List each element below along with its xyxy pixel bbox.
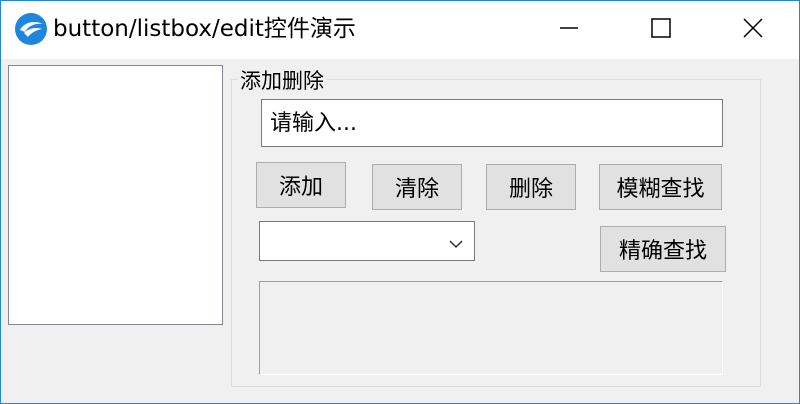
close-icon [743,18,763,42]
text-input[interactable] [261,99,723,147]
chevron-down-icon[interactable] [448,235,464,249]
add-button[interactable]: 添加 [256,162,346,208]
maximize-icon [651,18,671,42]
app-window: button/listbox/edit控件演示 添加删除 添加 清除 删除 模糊… [0,0,800,404]
fuzzy-search-button[interactable]: 模糊查找 [599,164,722,210]
delete-button[interactable]: 删除 [486,164,576,210]
app-logo-icon [15,13,47,45]
minimize-button[interactable] [523,1,615,59]
window-title: button/listbox/edit控件演示 [53,16,356,42]
maximize-button[interactable] [615,1,707,59]
groupbox-label: 添加删除 [237,66,327,96]
client-area: 添加删除 添加 清除 删除 模糊查找 精确查找 [1,59,799,403]
title-bar[interactable]: button/listbox/edit控件演示 [1,1,799,59]
close-button[interactable] [707,1,799,59]
exact-search-button[interactable]: 精确查找 [600,226,726,272]
clear-button[interactable]: 清除 [372,164,462,210]
search-combobox[interactable] [259,221,475,261]
item-listbox[interactable] [8,65,223,325]
output-textarea[interactable] [259,281,723,375]
minimize-icon [559,18,579,42]
